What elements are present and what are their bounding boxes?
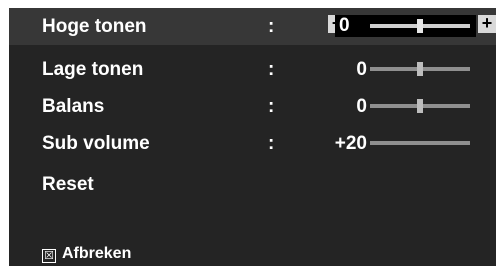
increase-icon[interactable]: + (478, 14, 496, 33)
slider-thumb[interactable] (417, 62, 423, 76)
menu-item-lage-tonen[interactable]: Lage tonen : 0 (9, 51, 496, 88)
slider-track[interactable] (370, 141, 470, 145)
separator-colon: : (268, 16, 275, 37)
cancel-label: Afbreken (62, 245, 132, 262)
cancel-hint[interactable]: ☒ Afbreken (42, 245, 131, 263)
menu-item-value: 0 (335, 15, 364, 37)
menu-item-value: +20 (334, 133, 367, 154)
menu-item-balans[interactable]: Balans : 0 (9, 88, 496, 125)
menu-item-sub-volume[interactable]: Sub volume : +20 (9, 125, 496, 162)
menu-item-value: 0 (356, 96, 367, 117)
menu-item-label: Hoge tonen (42, 16, 147, 37)
menu-item-label: Reset (42, 174, 94, 195)
menu-item-value: 0 (356, 59, 367, 80)
close-icon: ☒ (42, 249, 56, 263)
menu-item-hoge-tonen[interactable]: Hoge tonen : − 0 + (9, 8, 496, 45)
separator-colon: : (268, 96, 275, 117)
menu-item-label: Sub volume (42, 133, 150, 154)
separator-colon: : (268, 59, 275, 80)
menu-item-label: Balans (42, 96, 105, 117)
slider-thumb[interactable] (417, 19, 423, 33)
audio-settings-panel: Hoge tonen : − 0 + Lage tonen : 0 Balans… (9, 8, 496, 266)
menu-item-reset[interactable]: Reset (9, 166, 496, 203)
separator-colon: : (268, 133, 275, 154)
menu-item-label: Lage tonen (42, 59, 144, 80)
slider-thumb[interactable] (417, 99, 423, 113)
